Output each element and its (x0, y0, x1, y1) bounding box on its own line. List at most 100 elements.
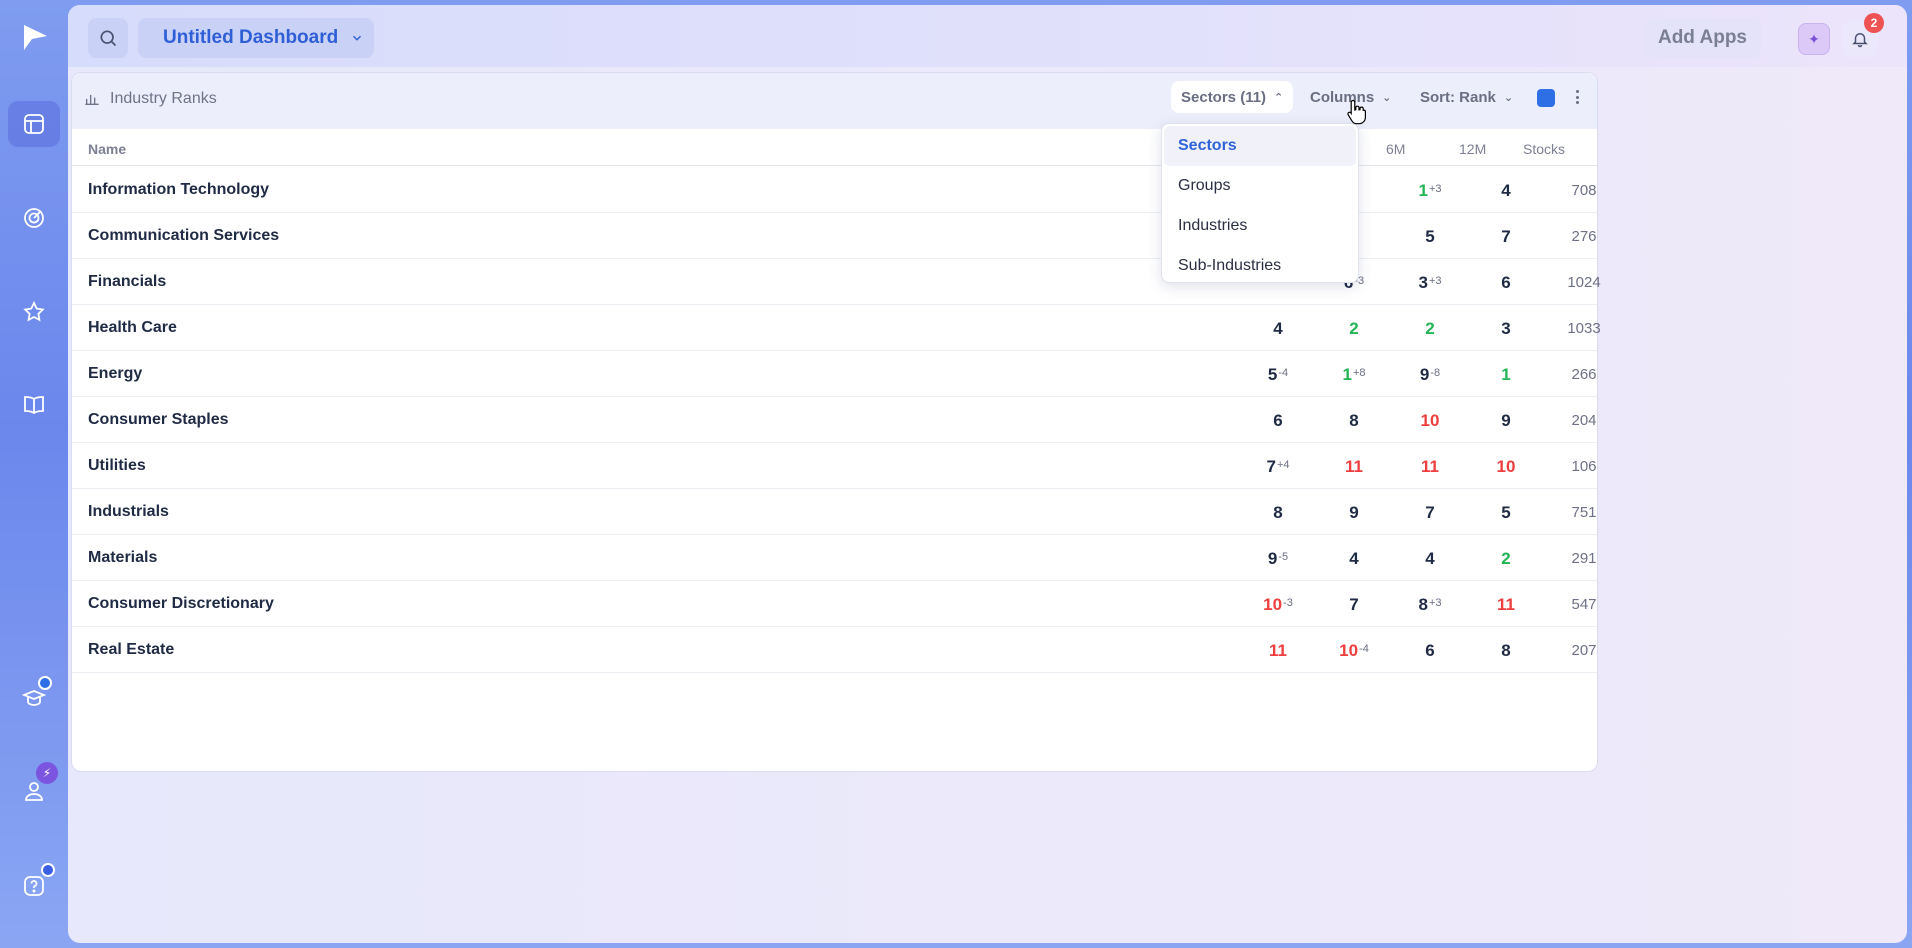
sidebar-item-radar[interactable] (8, 195, 60, 241)
sectors-dropdown-button[interactable]: Sectors (11) ⌃ (1171, 81, 1294, 113)
chevron-down-icon: ⌄ (1503, 91, 1514, 104)
dropdown-option-groups[interactable]: Groups (1164, 166, 1356, 206)
rank-change: -4 (1278, 367, 1289, 379)
rank-value: 5 (1425, 227, 1435, 246)
sidebar-item-learn[interactable] (8, 382, 60, 428)
rank-value: 11 (1345, 457, 1363, 476)
table-row[interactable]: Industrials 8 9 7 5 751 (72, 489, 1597, 535)
rank-cell-r1: 7+4 (1243, 457, 1313, 477)
rank-value: 5 (1501, 503, 1511, 522)
kebab-dot (1575, 101, 1579, 104)
rank-cell-r3: 7 (1319, 595, 1389, 615)
row-name: Energy (88, 365, 143, 382)
rank-value: 4 (1349, 549, 1359, 568)
academy-notification-dot (38, 676, 52, 690)
sidebar-item-favorites[interactable] (8, 289, 60, 335)
add-apps-button[interactable]: Add Apps (1643, 18, 1761, 58)
table-row[interactable]: Consumer Discretionary 10-3 7 8+3 11 547 (72, 581, 1597, 627)
rank-change: -4 (1359, 643, 1369, 655)
ai-assistant-button[interactable]: ✦ (1798, 23, 1830, 55)
rank-cell-r6: 2 (1395, 319, 1465, 339)
sidebar-item-dashboards[interactable] (8, 101, 60, 147)
rank-value: 11 (1497, 595, 1515, 614)
dropdown-option-sectors[interactable]: Sectors (1164, 126, 1356, 166)
table-row[interactable]: Consumer Staples 6 8 10 9 204 (72, 397, 1597, 443)
rank-cell-r12: 7 (1471, 227, 1541, 247)
bar-chart-icon (85, 95, 99, 105)
table-row[interactable]: Financials6-33+361024 (72, 259, 1601, 305)
table-row[interactable]: Information Technology31+34708 (72, 167, 1597, 213)
radar-icon (24, 208, 44, 228)
table-row[interactable]: Communication Services557276 (72, 213, 1597, 259)
rank-cell-r6: 11 (1395, 457, 1465, 477)
column-header-stocks[interactable]: Stocks (1523, 141, 1565, 157)
stocks-count: 276 (1571, 228, 1597, 245)
rank-cell-r3: 8 (1319, 411, 1389, 431)
column-header-name[interactable]: Name (88, 141, 126, 157)
rank-cell-r1: 9-5 (1243, 549, 1313, 569)
widget-title: Industry Ranks (84, 90, 217, 108)
rank-change: -5 (1278, 551, 1289, 563)
notifications-button[interactable]: 2 (1842, 13, 1884, 57)
rank-value: 9 (1267, 549, 1278, 568)
rank-value: 4 (1273, 319, 1283, 338)
stocks-count: 106 (1571, 458, 1597, 475)
rank-change: -8 (1430, 367, 1441, 379)
rank-cell-r6: 9-8 (1395, 365, 1465, 385)
rank-cell-r12: 10 (1471, 457, 1541, 477)
rank-cell-r6: 5 (1395, 227, 1465, 247)
sidebar-item-academy[interactable] (8, 675, 60, 721)
rank-cell-r12: 9 (1471, 411, 1541, 431)
chevron-up-icon: ⌃ (1274, 91, 1284, 104)
rank-value: 3 (1418, 273, 1428, 292)
rank-cell-r3: 10-4 (1319, 641, 1389, 661)
sort-dropdown-button[interactable]: Sort: Rank ⌄ (1410, 81, 1523, 113)
app-logo-icon[interactable] (20, 22, 50, 52)
row-name: Consumer Discretionary (88, 595, 274, 612)
rank-value: 4 (1501, 181, 1511, 200)
column-header-12m[interactable]: 12M (1459, 141, 1486, 157)
row-name: Materials (88, 549, 158, 566)
rank-cell-r12: 2 (1471, 549, 1541, 569)
row-name: Financials (88, 273, 167, 290)
table-row[interactable]: Utilities 7+4 11 11 10 106 (72, 443, 1597, 489)
rank-cell-r12: 1 (1471, 365, 1541, 385)
pointer-hand-icon (1347, 99, 1366, 125)
industry-ranks-widget: Industry Ranks Sectors (11) ⌃ Columns ⌄ … (71, 72, 1601, 772)
rank-change: -3 (1283, 597, 1293, 609)
rank-value: 10 (1420, 411, 1440, 430)
search-button[interactable] (88, 18, 128, 58)
chevron-down-icon: ⌄ (1382, 91, 1392, 104)
rank-cell-r3: 9 (1319, 503, 1389, 523)
rank-value: 8 (1273, 503, 1283, 522)
rank-cell-r1: 8 (1243, 503, 1313, 523)
rank-value: 9 (1419, 365, 1430, 384)
rank-cell-r6: 10 (1395, 411, 1465, 431)
row-name: Utilities (88, 457, 146, 474)
table-row[interactable]: Energy 5-4 1+8 9-8 1 266 (72, 351, 1597, 397)
sidebar: ⚡ (0, 0, 68, 948)
stocks-count: 266 (1571, 366, 1597, 383)
row-name: Real Estate (88, 641, 175, 658)
rank-cell-r1: 4 (1243, 319, 1313, 339)
table-row[interactable]: Real Estate 11 10-4 6 8 207 (72, 627, 1597, 673)
rank-value: 10 (1339, 641, 1359, 660)
dashboard-selector[interactable]: Untitled Dashboard (138, 18, 374, 58)
rank-cell-r1: 5-4 (1243, 365, 1313, 385)
row-name: Health Care (88, 319, 177, 336)
dropdown-option-industries[interactable]: Industries (1164, 206, 1356, 246)
chevron-down-icon (353, 35, 362, 41)
rank-value: 6 (1425, 641, 1435, 660)
sidebar-item-help[interactable] (8, 863, 60, 909)
color-swatch-button[interactable] (1537, 89, 1555, 107)
table-row[interactable]: Health Care 4 2 2 3 1033 (72, 305, 1601, 351)
more-options-button[interactable] (1572, 87, 1582, 107)
rank-cell-r6: 3+3 (1395, 273, 1465, 293)
column-header-6m[interactable]: 6M (1386, 141, 1405, 157)
rank-cell-r1: 6 (1243, 411, 1313, 431)
table-row[interactable]: Materials 9-5 4 4 2 291 (72, 535, 1597, 581)
rank-value: 5 (1267, 365, 1278, 384)
dashboard-title: Untitled Dashboard (163, 27, 339, 48)
dropdown-option-sub-industries[interactable]: Sub-Industries (1164, 246, 1356, 286)
sidebar-item-profile[interactable]: ⚡ (8, 762, 60, 814)
